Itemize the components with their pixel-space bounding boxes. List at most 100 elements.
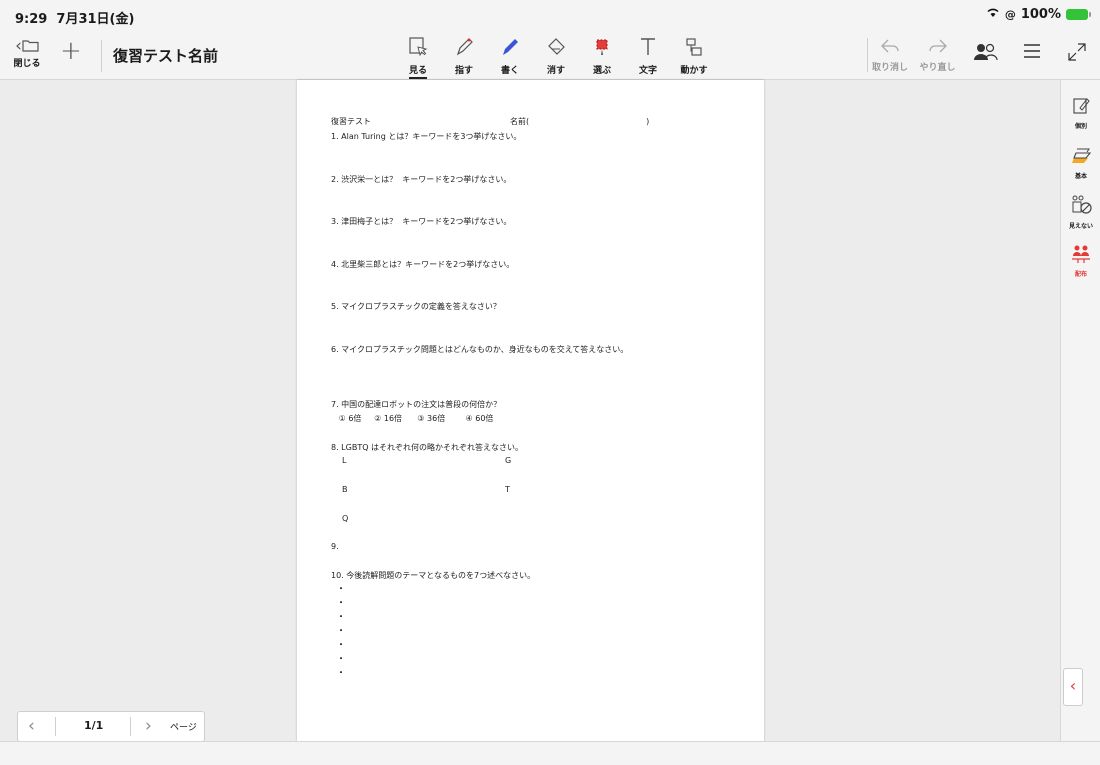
redo-icon — [928, 39, 947, 53]
answer-T: T — [505, 485, 510, 494]
tool-group: 見る 指す 書く 消す 選ぶ 文字 動かす — [395, 36, 717, 79]
individual-label: 個別 — [1074, 123, 1087, 130]
divider — [55, 717, 56, 736]
pointer-pen-icon — [456, 38, 473, 56]
question-10: 10. 今後読解問題のテーマとなるものを7つ述べなさい。 — [331, 571, 536, 580]
bullet: ・ — [337, 668, 345, 677]
folder-back-icon: ‹ — [15, 36, 39, 56]
tool-point[interactable]: 指す — [441, 36, 487, 76]
distribute-button[interactable]: 配布 — [1061, 244, 1100, 278]
tool-select-label: 選ぶ — [592, 66, 611, 76]
individual-icon — [1073, 98, 1090, 114]
tool-view[interactable]: 見る — [395, 36, 441, 79]
hidden-icon — [1072, 195, 1092, 214]
prev-page-button[interactable]: ‹ — [28, 716, 35, 736]
distribute-icon — [1072, 245, 1090, 263]
location-icon: @ — [1004, 8, 1016, 21]
expand-icon — [1068, 43, 1086, 61]
menu-button[interactable] — [1023, 43, 1041, 63]
status-bar: 9:29 7月31日(金) @ 100% — [0, 0, 1100, 32]
question-4: 4. 北里柴三郎とは？キーワードを2つ挙げなさい。 — [331, 260, 515, 269]
hamburger-icon — [1024, 44, 1040, 58]
layers-icon — [1072, 148, 1092, 163]
divider — [867, 38, 868, 72]
bullet: ・ — [337, 584, 345, 593]
individual-button[interactable]: 個別 — [1061, 96, 1100, 130]
expand-button[interactable] — [1068, 43, 1086, 65]
status-time: 9:29 7月31日(金) — [15, 8, 134, 27]
users-button[interactable] — [973, 41, 999, 67]
answer-Q: Q — [342, 514, 349, 523]
tool-move[interactable]: 動かす — [671, 36, 717, 76]
basic-button[interactable]: 基本 — [1061, 146, 1100, 180]
tool-erase[interactable]: 消す — [533, 36, 579, 76]
document-title: 復習テスト名前 — [113, 47, 219, 65]
bullet: ・ — [337, 598, 345, 607]
collapse-panel-button[interactable]: ‹ — [1063, 668, 1083, 706]
divider — [101, 40, 102, 72]
divider — [130, 717, 131, 736]
date-text: 7月31日(金) — [56, 12, 135, 27]
tool-text[interactable]: 文字 — [625, 36, 671, 76]
bullet: ・ — [337, 640, 345, 649]
select-icon — [596, 39, 608, 55]
question-7: 7. 中国の配達ロボットの注文は普段の何倍か？ — [331, 400, 502, 409]
text-icon — [641, 38, 655, 55]
question-1: 1. Alan Turing とは？キーワードを3つ挙げなさい。 — [331, 132, 522, 141]
view-icon — [409, 37, 428, 57]
chevron-left-icon: ‹ — [1069, 676, 1077, 695]
question-9: 9. — [331, 542, 339, 551]
bullet: ・ — [337, 654, 345, 663]
tool-view-label: 見る — [408, 63, 427, 79]
eraser-icon — [548, 38, 565, 55]
hidden-label: 見えない — [1068, 223, 1093, 230]
close-label: 閉じる — [13, 59, 41, 69]
tool-text-label: 文字 — [638, 66, 657, 76]
hidden-button[interactable]: 見えない — [1061, 194, 1100, 230]
question-5: 5. マイクロプラスチックの定義を答えなさい？ — [331, 302, 501, 311]
page-navigator: ‹ 1/1 › ページ — [17, 711, 205, 742]
tool-select[interactable]: 選ぶ — [579, 36, 625, 76]
right-panel: 個別 基本 見えない 配布 ‹ — [1060, 80, 1100, 741]
redo-label: やり直し — [919, 63, 956, 73]
question-6: 6. マイクロプラスチック問題とはどんなものか、身近なものを交えて答えなさい。 — [331, 345, 629, 354]
undo-icon — [881, 39, 899, 53]
canvas-area[interactable]: 復習テスト 名前( ) 1. Alan Turing とは？キーワードを3つ挙げ… — [0, 80, 1060, 741]
doc-header-name: 名前( ) — [510, 117, 650, 126]
answer-B: B — [342, 485, 348, 494]
undo-button[interactable]: 取り消し — [870, 37, 910, 73]
chevron-left-icon: ‹ — [28, 716, 35, 736]
answer-G: G — [505, 456, 512, 465]
bullet: ・ — [337, 612, 345, 621]
document-page[interactable]: 復習テスト 名前( ) 1. Alan Turing とは？キーワードを3つ挙げ… — [297, 80, 764, 741]
question-7-options: ① 6倍 ② 16倍 ③ 36倍 ④ 60倍 — [331, 414, 494, 423]
time-text: 9:29 — [15, 12, 48, 27]
tool-write[interactable]: 書く — [487, 36, 533, 76]
page-label: ページ — [170, 723, 197, 733]
chevron-right-icon: › — [145, 716, 152, 736]
answer-L: L — [342, 456, 347, 465]
undo-label: 取り消し — [871, 63, 908, 73]
tool-erase-label: 消す — [546, 66, 565, 76]
plus-icon: + — [60, 36, 82, 66]
add-button[interactable]: + — [60, 38, 82, 64]
page-count: 1/1 — [84, 719, 104, 732]
toolbar: ‹ 閉じる + 復習テスト名前 見る 指す 書く 消す 選ぶ 文字 動かす 取り… — [0, 32, 1100, 80]
redo-button[interactable]: やり直し — [915, 37, 960, 73]
question-2: 2. 渋沢栄一とは？ キーワードを2つ挙げなさい。 — [331, 175, 512, 184]
battery-icon — [1066, 9, 1091, 20]
tool-move-label: 動かす — [680, 66, 708, 76]
doc-header-left: 復習テスト — [331, 117, 371, 126]
tool-point-label: 指す — [454, 66, 473, 76]
close-button[interactable]: ‹ 閉じる — [8, 35, 46, 69]
status-indicators: @ 100% — [986, 7, 1091, 22]
tool-write-label: 書く — [500, 66, 519, 76]
move-icon — [686, 38, 702, 56]
bullet: ・ — [337, 626, 345, 635]
bottom-bar — [0, 741, 1100, 765]
question-3: 3. 津田梅子とは？ キーワードを2つ挙げなさい。 — [331, 217, 512, 226]
wifi-icon — [986, 7, 1000, 22]
pen-icon — [503, 39, 518, 55]
question-8: 8. LGBTQ はそれぞれ何の略かそれぞれ答えなさい。 — [331, 443, 524, 452]
next-page-button[interactable]: › — [145, 716, 152, 736]
